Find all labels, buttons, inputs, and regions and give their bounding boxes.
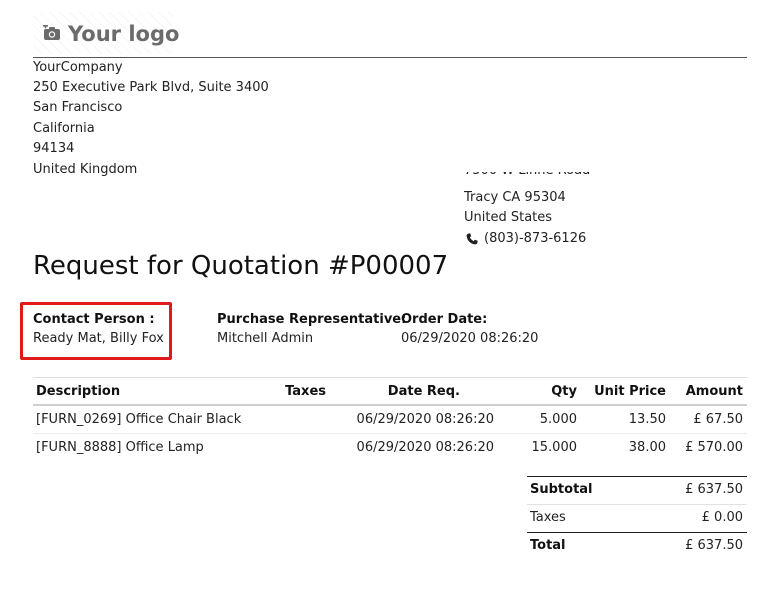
document-title: Request for Quotation #P00007 (33, 251, 449, 281)
row-2-description: [FURN_8888] Office Lamp (36, 440, 204, 455)
row-1-unit-price: 13.50 (628, 412, 666, 427)
col-header-amount: Amount (685, 384, 743, 399)
taxes-label: Taxes (530, 510, 566, 525)
row-1-description: [FURN_0269] Office Chair Black (36, 412, 242, 427)
table-top-divider (33, 377, 747, 378)
partner-country: United States (464, 210, 553, 225)
header-divider (33, 57, 747, 58)
company-zip: 94134 (33, 141, 75, 156)
table-row-divider (33, 433, 747, 434)
col-header-unit-price: Unit Price (594, 384, 666, 399)
camera-plus-icon (43, 25, 60, 40)
taxes-value: £ 0.00 (701, 510, 743, 525)
partner-city: Tracy CA 95304 (464, 190, 566, 205)
phone-icon (466, 233, 478, 245)
partner-phone: (803)-873-6126 (484, 231, 587, 246)
col-header-qty: Qty (551, 384, 577, 399)
subtotal-value: £ 637.50 (685, 482, 743, 497)
total-value: £ 637.50 (685, 538, 743, 553)
col-header-date-req: Date Req. (387, 384, 460, 399)
totals-top-divider (527, 476, 747, 477)
table-header-divider (33, 404, 747, 406)
row-1-date-req: 06/29/2020 08:26:20 (356, 412, 494, 427)
row-2-unit-price: 38.00 (628, 440, 666, 455)
total-label: Total (530, 538, 566, 553)
company-name: YourCompany (33, 60, 123, 75)
row-1-amount: £ 67.50 (693, 412, 743, 427)
company-state: California (33, 121, 95, 136)
logo-text: Your logo (68, 22, 180, 46)
col-header-taxes: Taxes (285, 384, 326, 399)
subtotal-label: Subtotal (530, 482, 593, 497)
col-header-description: Description (36, 384, 121, 399)
row-2-amount: £ 570.00 (685, 440, 743, 455)
contact-person-highlight (20, 302, 172, 360)
order-date-value: 06/29/2020 08:26:20 (401, 331, 539, 346)
company-country: United Kingdom (33, 162, 138, 177)
company-street: 250 Executive Park Blvd, Suite 3400 (33, 80, 269, 95)
row-2-date-req: 06/29/2020 08:26:20 (356, 440, 494, 455)
purchase-rep-label: Purchase Representative: (217, 312, 407, 327)
totals-divider (527, 504, 747, 505)
row-1-qty: 5.000 (539, 412, 577, 427)
company-city: San Francisco (33, 100, 123, 115)
order-date-label: Order Date: (401, 312, 488, 327)
partner-street: 7500 W Linne Road (464, 172, 664, 181)
purchase-rep-value: Mitchell Admin (217, 331, 314, 346)
partner-street-clipped: 7500 W Linne Road (464, 172, 664, 182)
total-divider (527, 532, 747, 533)
row-2-qty: 15.000 (531, 440, 578, 455)
